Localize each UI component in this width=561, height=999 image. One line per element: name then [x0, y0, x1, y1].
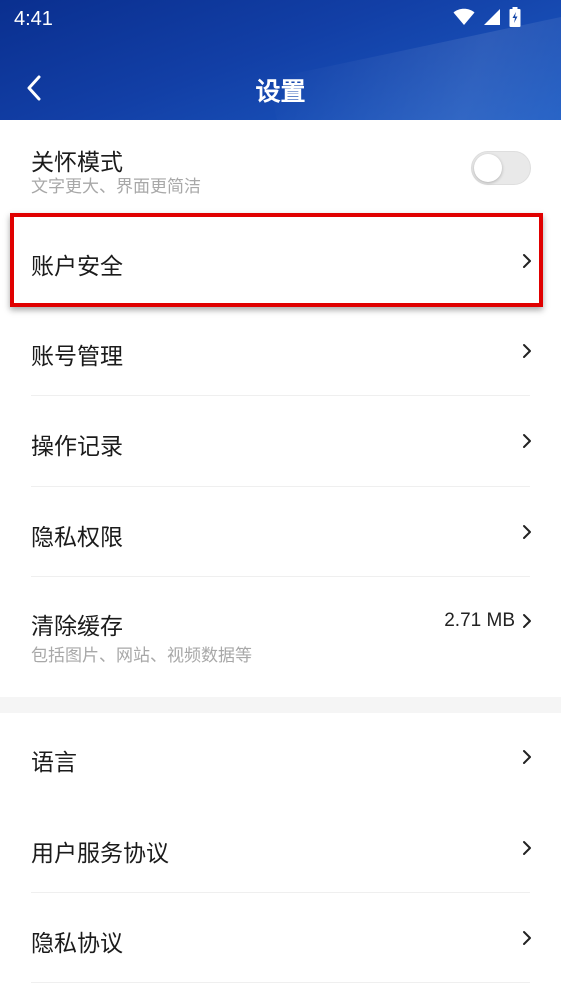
status-time: 4:41: [14, 8, 53, 30]
setting-operation-log[interactable]: 操作记录: [0, 396, 561, 487]
status-bar: 4:41: [0, 0, 561, 40]
setting-privacy-agreement[interactable]: 隐私协议: [0, 893, 561, 983]
account-management-label: 账号管理: [31, 344, 123, 370]
highlight-box: [10, 213, 543, 307]
setting-language[interactable]: 语言: [0, 713, 561, 803]
row-divider: [31, 982, 530, 983]
care-mode-description: 文字更大、界面更简洁: [31, 177, 201, 197]
status-icons: [453, 7, 521, 27]
user-agreement-label: 用户服务协议: [31, 841, 169, 867]
privacy-permissions-label: 隐私权限: [31, 525, 123, 551]
setting-account-management[interactable]: 账号管理: [0, 307, 561, 396]
language-label: 语言: [31, 750, 77, 776]
clear-cache-description: 包括图片、网站、视频数据等: [31, 646, 252, 666]
setting-clear-cache[interactable]: 清除缓存 包括图片、网站、视频数据等 2.71 MB: [0, 577, 561, 697]
signal-icon: [484, 9, 500, 25]
app-header: 4:41 设置: [0, 0, 561, 120]
care-mode-toggle[interactable]: [471, 151, 531, 185]
chevron-right-icon: [523, 434, 531, 448]
chevron-right-icon: [523, 841, 531, 855]
page-title: 设置: [255, 77, 306, 106]
battery-icon: [509, 7, 521, 27]
privacy-agreement-label: 隐私协议: [31, 931, 123, 957]
operation-log-label: 操作记录: [31, 434, 123, 460]
chevron-right-icon: [523, 344, 531, 358]
clear-cache-label: 清除缓存: [31, 614, 123, 640]
wifi-icon: [453, 8, 475, 25]
navigation-bar: 设置: [0, 60, 561, 116]
section-gap: [0, 697, 561, 713]
setting-privacy-permissions[interactable]: 隐私权限: [0, 487, 561, 577]
chevron-right-icon: [523, 931, 531, 945]
setting-user-agreement[interactable]: 用户服务协议: [0, 803, 561, 893]
chevron-right-icon: [523, 614, 531, 628]
setting-care-mode: 关怀模式 文字更大、界面更简洁: [0, 120, 561, 213]
chevron-right-icon: [523, 525, 531, 539]
chevron-right-icon: [523, 750, 531, 764]
cache-size-value: 2.71 MB: [444, 610, 515, 631]
toggle-knob: [474, 154, 502, 182]
